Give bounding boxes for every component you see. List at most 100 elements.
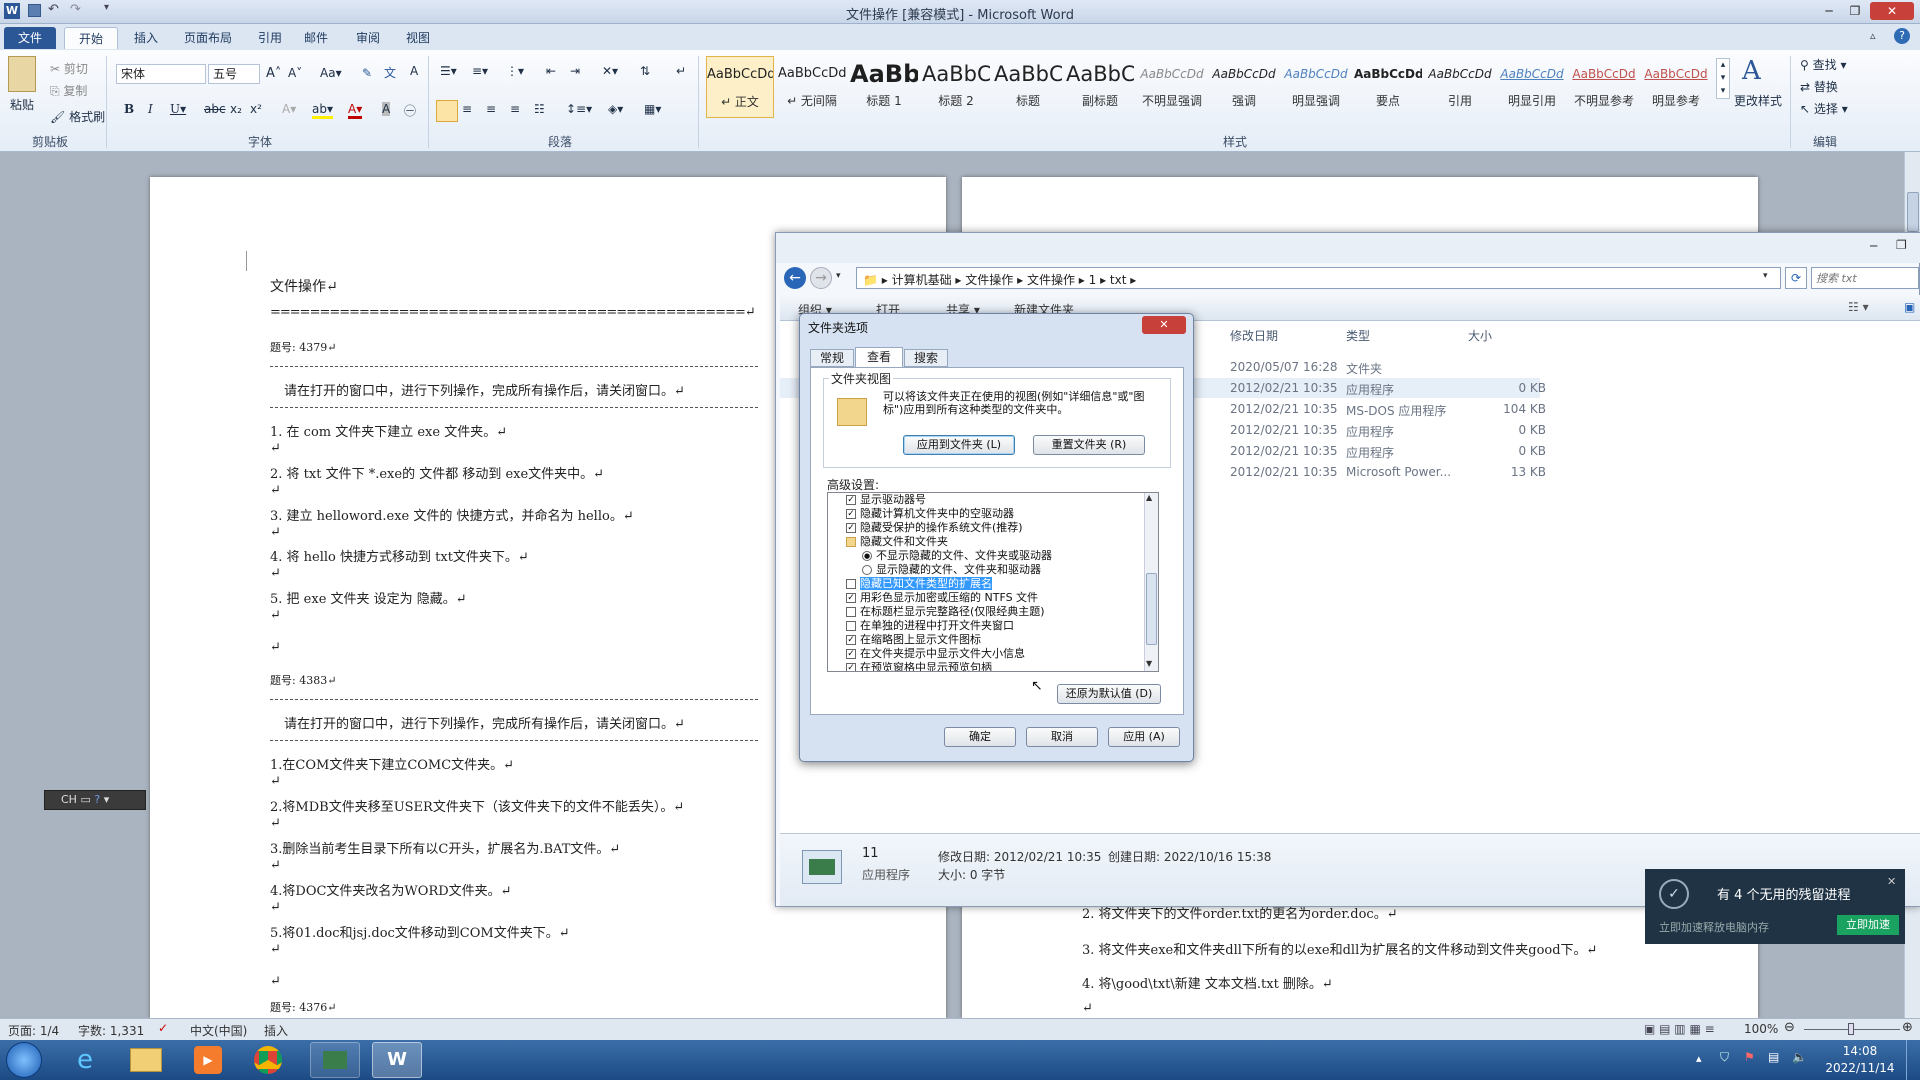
style-12[interactable]: AaBbCcDd 明显引用 bbox=[1498, 56, 1566, 118]
breadcrumb-item[interactable]: txt bbox=[1110, 273, 1127, 287]
advanced-scrollbar[interactable]: ▲ ▼ bbox=[1144, 493, 1158, 671]
style-11[interactable]: AaBbCcDd 引用 bbox=[1426, 56, 1494, 118]
view-options-icon[interactable]: ☷ ▾ bbox=[1848, 300, 1869, 314]
ribbon-minimize-icon[interactable]: ▵ bbox=[1870, 29, 1876, 42]
forward-icon[interactable]: → bbox=[810, 267, 832, 289]
superscript-icon[interactable]: x² bbox=[250, 102, 262, 116]
media-player-icon[interactable]: ▶ bbox=[194, 1046, 222, 1074]
refresh-icon[interactable]: ⟳ bbox=[1785, 267, 1807, 289]
column-size[interactable]: 大小 bbox=[1468, 327, 1548, 344]
tab-review[interactable]: 审阅 bbox=[342, 27, 394, 49]
line-spacing-icon[interactable]: ↕≡▾ bbox=[566, 102, 592, 116]
breadcrumb-separator-icon[interactable]: ▸ bbox=[1075, 273, 1089, 287]
zoom-in-icon[interactable]: ⊕ bbox=[1902, 1020, 1913, 1035]
text-effects-icon[interactable]: A▾ bbox=[282, 102, 296, 116]
style-13[interactable]: AaBbCcDd 不明显参考 bbox=[1570, 56, 1638, 118]
tab-search[interactable]: 搜索 bbox=[904, 349, 948, 367]
tab-mailings[interactable]: 邮件 bbox=[290, 27, 342, 49]
highlight-icon[interactable]: ab▾ bbox=[312, 102, 333, 119]
restore-icon[interactable]: ❐ bbox=[1842, 2, 1868, 20]
ie-icon[interactable]: e bbox=[70, 1045, 100, 1075]
style-1[interactable]: AaBbCcDd ↵ 正文 bbox=[706, 56, 774, 118]
explorer-minimize-icon[interactable]: ─ bbox=[1870, 239, 1877, 253]
advanced-item[interactable]: 在单独的进程中打开文件夹窗口 bbox=[828, 619, 1144, 633]
ok-button[interactable]: 确定 bbox=[944, 727, 1016, 747]
tab-view-options[interactable]: 查看 bbox=[855, 347, 903, 368]
notification-close-icon[interactable]: ✕ bbox=[1887, 875, 1896, 888]
scroll-thumb[interactable] bbox=[1907, 192, 1919, 232]
proofing-icon[interactable]: ✓ bbox=[158, 1021, 168, 1035]
keyboard-icon[interactable]: ▭ bbox=[80, 793, 90, 806]
select-button[interactable]: ↖ 选择 ▾ bbox=[1800, 100, 1848, 117]
history-dropdown-icon[interactable]: ▾ bbox=[836, 271, 841, 281]
tab-page-layout[interactable]: 页面布局 bbox=[170, 27, 246, 49]
ime-help-icon[interactable]: ? bbox=[94, 793, 100, 806]
advanced-scroll-thumb[interactable] bbox=[1146, 573, 1157, 645]
breadcrumb-item[interactable]: 计算机基础 bbox=[892, 273, 952, 287]
shading-icon[interactable]: ◈▾ bbox=[608, 102, 623, 116]
dialog-close-icon[interactable]: ✕ bbox=[1142, 316, 1186, 334]
italic-icon[interactable]: I bbox=[148, 102, 153, 116]
advanced-item[interactable]: ✓ 隐藏受保护的操作系统文件(推荐) bbox=[828, 521, 1144, 535]
shrink-font-icon[interactable]: A˅ bbox=[288, 66, 302, 80]
align-center-icon[interactable]: ≡ bbox=[462, 102, 472, 116]
cut-button[interactable]: ✂ 剪切 bbox=[50, 60, 88, 77]
char-border-icon[interactable]: A bbox=[410, 64, 418, 78]
checkbox[interactable]: ✓ bbox=[846, 649, 856, 659]
checkbox[interactable]: ✓ bbox=[846, 509, 856, 519]
decrease-indent-icon[interactable]: ⇤ bbox=[546, 64, 556, 78]
increase-indent-icon[interactable]: ⇥ bbox=[570, 64, 580, 78]
ime-menu-icon[interactable]: ▾ bbox=[104, 793, 110, 806]
distributed-icon[interactable]: ☷ bbox=[534, 102, 545, 116]
checkbox[interactable] bbox=[846, 579, 856, 589]
back-icon[interactable]: ← bbox=[784, 267, 806, 289]
column-modified[interactable]: 修改日期 bbox=[1230, 327, 1350, 344]
breadcrumb-separator-icon[interactable]: ▸ bbox=[1126, 273, 1136, 287]
style-10[interactable]: AaBbCcDd 要点 bbox=[1354, 56, 1422, 118]
chrome-icon[interactable] bbox=[254, 1046, 282, 1074]
cancel-button[interactable]: 取消 bbox=[1026, 727, 1098, 747]
align-left-icon[interactable] bbox=[436, 100, 458, 122]
breadcrumb-item[interactable]: 文件操作 bbox=[1027, 273, 1075, 287]
numbering-icon[interactable]: ≡▾ bbox=[472, 64, 488, 78]
tab-references[interactable]: 引用 bbox=[244, 27, 296, 49]
advanced-item[interactable]: ✓ 隐藏计算机文件夹中的空驱动器 bbox=[828, 507, 1144, 521]
style-4[interactable]: AaBbC 标题 2 bbox=[922, 56, 990, 118]
scroll-up-icon[interactable]: ▲ bbox=[1146, 493, 1152, 502]
explorer-maximize-icon[interactable]: ❐ bbox=[1896, 238, 1907, 252]
enclose-char-icon[interactable]: ㊀ bbox=[404, 102, 416, 119]
ime-toolbar[interactable]: CH ▭ ? ▾ bbox=[44, 790, 146, 810]
column-type[interactable]: 类型 bbox=[1346, 327, 1466, 344]
advanced-item[interactable]: ✓ 在预览窗格中显示预览句柄 bbox=[828, 661, 1144, 671]
search-box[interactable] bbox=[1811, 267, 1919, 289]
address-bar[interactable]: 📁 ▸ 计算机基础 ▸ 文件操作 ▸ 文件操作 ▸ 1 ▸ txt ▸ ▾ bbox=[856, 267, 1781, 289]
restore-defaults-button[interactable]: 还原为默认值 (D) bbox=[1057, 684, 1161, 704]
advanced-item[interactable]: ✓ 用彩色显示加密或压缩的 NTFS 文件 bbox=[828, 591, 1144, 605]
start-icon[interactable] bbox=[6, 1042, 42, 1078]
advanced-item[interactable]: ✓ 在缩略图上显示文件图标 bbox=[828, 633, 1144, 647]
format-painter-button[interactable]: 🖌 格式刷 bbox=[50, 108, 105, 125]
tab-file[interactable]: 文件 bbox=[4, 27, 57, 49]
advanced-settings-list[interactable]: ✓ 显示驱动器号 ✓ 隐藏计算机文件夹中的空驱动器 ✓ 隐藏受保护的操作系统文件(推荐) 隐… bbox=[827, 492, 1159, 672]
help-icon[interactable]: ? bbox=[1894, 28, 1910, 44]
zoom-thumb[interactable] bbox=[1848, 1023, 1854, 1035]
clock-time[interactable]: 14:08 bbox=[1830, 1044, 1890, 1058]
radio-button[interactable]: ● bbox=[862, 551, 872, 561]
justify-icon[interactable]: ≡ bbox=[510, 102, 520, 116]
advanced-item[interactable]: 隐藏文件和文件夹 bbox=[828, 535, 1144, 549]
change-styles-button[interactable]: 更改样式 bbox=[1734, 92, 1782, 109]
zoom-out-icon[interactable]: ⊖ bbox=[1784, 1020, 1795, 1035]
apply-button[interactable]: 应用 (A) bbox=[1108, 727, 1180, 747]
show-marks-icon[interactable]: ↵ bbox=[676, 64, 686, 78]
checkbox[interactable]: ✓ bbox=[846, 663, 856, 671]
paste-icon[interactable] bbox=[8, 56, 36, 92]
font-color-icon[interactable]: A▾ bbox=[348, 102, 363, 119]
advanced-item[interactable]: 显示隐藏的文件、文件夹和驱动器 bbox=[828, 563, 1144, 577]
underline-icon[interactable]: U▾ bbox=[170, 102, 186, 116]
style-3[interactable]: AaBb 标题 1 bbox=[850, 56, 918, 118]
view-buttons[interactable]: ▣ ▤ ▥ ▦ ≡ bbox=[1644, 1022, 1715, 1036]
tray-expand-icon[interactable]: ▴ bbox=[1696, 1052, 1702, 1065]
style-8[interactable]: AaBbCcDd 强调 bbox=[1210, 56, 1278, 118]
advanced-item[interactable]: 隐藏已知文件类型的扩展名 bbox=[828, 577, 1144, 591]
tab-home[interactable]: 开始 bbox=[64, 27, 119, 49]
